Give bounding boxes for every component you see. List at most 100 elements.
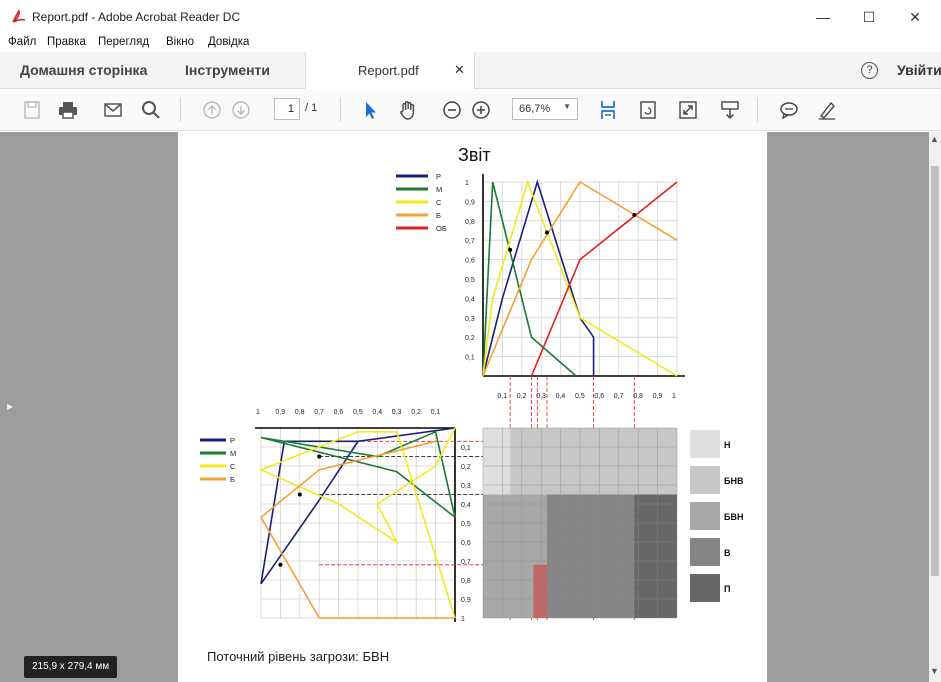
marked-point — [297, 492, 302, 497]
report-charts: 0,1 0,2 0,3 0,4 0,5 0,6 0,7 0,8 0,9 1 0,1 0,2 0,3 0,4… — [200, 172, 744, 623]
window-title: Report.pdf - Adobe Acrobat Reader DC — [32, 10, 241, 24]
close-button[interactable]: ✕ — [892, 4, 938, 30]
legend-label: ОБ — [436, 224, 447, 233]
page-number-input[interactable]: 1 — [274, 98, 300, 120]
y-tick-label: 0,1 — [465, 355, 475, 362]
zoom-in-icon[interactable] — [469, 98, 493, 122]
y-tick-label: 0,5 — [461, 521, 471, 528]
y-tick-label: 0,4 — [465, 296, 475, 303]
menu-view[interactable]: Перегляд — [98, 36, 149, 48]
scroll-up-icon[interactable]: ▲ — [930, 134, 939, 144]
signin-button[interactable]: Увійти — [897, 62, 941, 78]
page-size-badge: 215,9 x 279,4 мм — [24, 656, 118, 678]
save-icon[interactable] — [20, 98, 44, 122]
chevron-down-icon: ▼ — [563, 102, 571, 111]
y-tick-label: 0,5 — [465, 277, 475, 284]
vertical-scrollbar[interactable]: ▲ ▼ — [929, 132, 941, 682]
help-icon[interactable]: ? — [861, 62, 878, 79]
x-tick-label: 0,7 — [614, 393, 624, 400]
hand-tool-icon[interactable] — [396, 98, 420, 122]
x-tick-label: 0,2 — [517, 393, 527, 400]
mail-icon[interactable] — [101, 98, 125, 122]
menu-edit[interactable]: Правка — [47, 36, 86, 48]
marked-point — [278, 562, 283, 567]
marked-point — [632, 212, 637, 217]
legend-label: С — [230, 462, 236, 471]
legend-label: Р — [230, 436, 235, 445]
y-tick-label: 0,2 — [461, 464, 471, 471]
title-bar: Report.pdf - Adobe Acrobat Reader DC — ☐… — [0, 0, 941, 34]
close-tab-icon[interactable]: ✕ — [454, 62, 465, 78]
zone-swatch — [690, 502, 720, 530]
y-tick-label: 0,8 — [465, 219, 475, 226]
zoom-out-icon[interactable] — [440, 98, 464, 122]
fit-page-icon[interactable] — [596, 98, 620, 122]
threat-level-text: Поточний рівень загрози: БВН — [207, 649, 390, 664]
x-tick-label: 0,4 — [556, 393, 566, 400]
zoom-select[interactable]: 66,7% ▼ — [512, 98, 578, 120]
x-tick-label: 0,1 — [431, 409, 441, 416]
legend-label: Б — [436, 211, 441, 220]
menu-window[interactable]: Вікно — [166, 36, 194, 48]
scroll-thumb[interactable] — [931, 166, 939, 576]
y-tick-label: 1 — [461, 616, 465, 623]
marked-point — [508, 247, 513, 252]
menu-help[interactable]: Довідка — [208, 36, 249, 48]
menu-file[interactable]: Файл — [8, 36, 36, 48]
y-tick-label: 0,2 — [465, 335, 475, 342]
legend-label: М — [436, 185, 442, 194]
search-icon[interactable] — [139, 98, 163, 122]
x-tick-label: 0,8 — [295, 409, 305, 416]
zoom-value: 66,7% — [519, 103, 551, 115]
y-tick-label: 0,6 — [461, 540, 471, 547]
marked-point — [317, 454, 322, 459]
zone-label: Н — [724, 440, 731, 450]
zone-area-p — [634, 494, 677, 618]
highlight-pen-icon[interactable] — [815, 98, 839, 122]
print-icon[interactable] — [56, 98, 80, 122]
x-tick-label: 0,9 — [275, 409, 285, 416]
zone-label: П — [724, 584, 730, 594]
acrobat-icon — [12, 10, 26, 23]
zone-swatch — [690, 574, 720, 602]
tab-tools[interactable]: Інструменти — [185, 62, 270, 78]
menu-bar: Файл Правка Перегляд Вікно Довідка — [0, 34, 941, 52]
tab-document-label: Report.pdf — [358, 63, 419, 78]
zone-swatch — [690, 430, 720, 458]
y-tick-label: 0,7 — [465, 238, 475, 245]
x-tick-label: 0,6 — [334, 409, 344, 416]
x-tick-label: 1 — [256, 409, 260, 416]
y-tick-label: 0,4 — [461, 502, 471, 509]
x-tick-label: 0,1 — [497, 393, 507, 400]
x-tick-label: 0,3 — [392, 409, 402, 416]
fullscreen-icon[interactable] — [676, 98, 700, 122]
y-tick-label: 0,1 — [461, 445, 471, 452]
expand-panel-icon[interactable]: ▶ — [7, 402, 13, 411]
x-tick-label: 0,6 — [594, 393, 604, 400]
marked-point — [545, 230, 550, 235]
y-tick-label: 0,9 — [465, 199, 475, 206]
legend-label: Б — [230, 475, 235, 484]
next-page-icon[interactable] — [229, 98, 253, 122]
read-mode-icon[interactable] — [718, 98, 742, 122]
legend-label: С — [436, 198, 442, 207]
x-tick-label: 0,4 — [372, 409, 382, 416]
scroll-down-icon[interactable]: ▼ — [930, 666, 939, 676]
y-tick-label: 0,6 — [465, 258, 475, 265]
prev-page-icon[interactable] — [200, 98, 224, 122]
legend-label: Р — [436, 172, 441, 181]
zone-highlight — [533, 564, 548, 618]
minimize-button[interactable]: — — [800, 4, 846, 30]
zone-area-v — [547, 494, 635, 618]
tab-document[interactable]: Report.pdf ✕ — [305, 52, 475, 90]
zone-label: БНВ — [724, 476, 744, 486]
zone-area-n — [483, 428, 511, 495]
maximize-button[interactable]: ☐ — [846, 4, 892, 30]
rotate-icon[interactable] — [636, 98, 660, 122]
x-tick-label: 0,2 — [411, 409, 421, 416]
tab-home[interactable]: Домашня сторінка — [20, 62, 147, 78]
toolbar — [0, 89, 941, 131]
zone-label: БВН — [724, 512, 743, 522]
select-cursor-icon[interactable] — [358, 98, 382, 122]
comment-icon[interactable] — [777, 98, 801, 122]
